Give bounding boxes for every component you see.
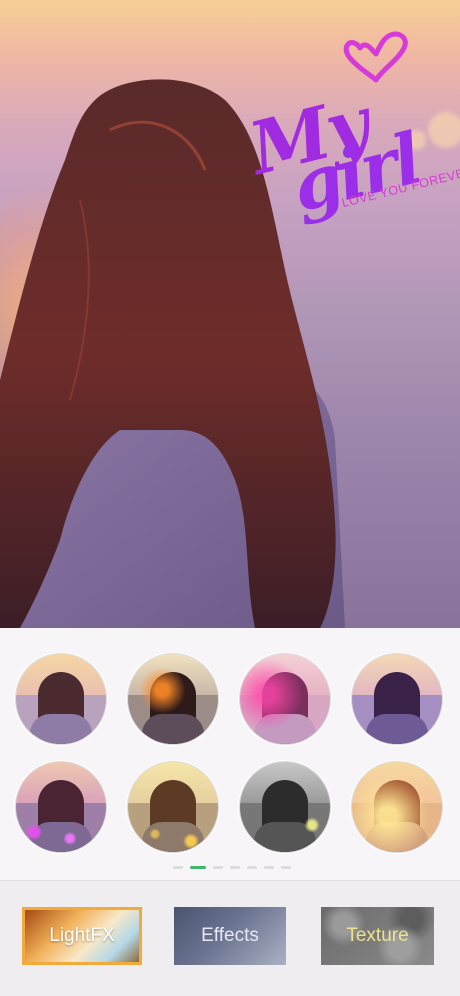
tab-lightfx[interactable]: LightFX (22, 907, 142, 965)
filter-page-indicator[interactable] (0, 866, 460, 870)
tab-effects[interactable]: Effects (174, 907, 286, 965)
filter-thumbnail-mono[interactable] (240, 762, 330, 852)
tab-lightfx-label: LightFX (49, 925, 115, 946)
page-dot[interactable] (230, 866, 240, 869)
filter-thumbnail-bright-flare[interactable] (352, 762, 442, 852)
edited-photo[interactable]: My girl LOVE YOU FOREVER (0, 0, 460, 628)
filter-thumbnail-golden[interactable] (128, 762, 218, 852)
page-dot[interactable] (264, 866, 274, 869)
page-dot[interactable] (173, 866, 183, 869)
page-dot[interactable] (213, 866, 223, 869)
filter-thumbnail-pink-leak[interactable] (240, 654, 330, 744)
filter-thumbnail-natural[interactable] (16, 654, 106, 744)
filter-thumbnail-sparkle[interactable] (16, 762, 106, 852)
filter-grid (0, 628, 460, 880)
filter-thumbnail-violet[interactable] (352, 654, 442, 744)
filter-thumbnail-sunflare[interactable] (128, 654, 218, 744)
photo-editor-screen: My girl LOVE YOU FOREVER LightFX Effects… (0, 0, 460, 996)
page-dot[interactable] (281, 866, 291, 869)
tab-effects-label: Effects (201, 925, 259, 946)
page-dot[interactable] (247, 866, 257, 869)
page-dot-active[interactable] (190, 866, 206, 869)
tab-texture-label: Texture (346, 925, 409, 946)
category-tab-bar: LightFX Effects Texture (0, 880, 460, 996)
tab-texture[interactable]: Texture (321, 907, 434, 965)
heart-icon (343, 31, 408, 83)
text-sticker[interactable]: My girl LOVE YOU FOREVER (241, 28, 460, 248)
